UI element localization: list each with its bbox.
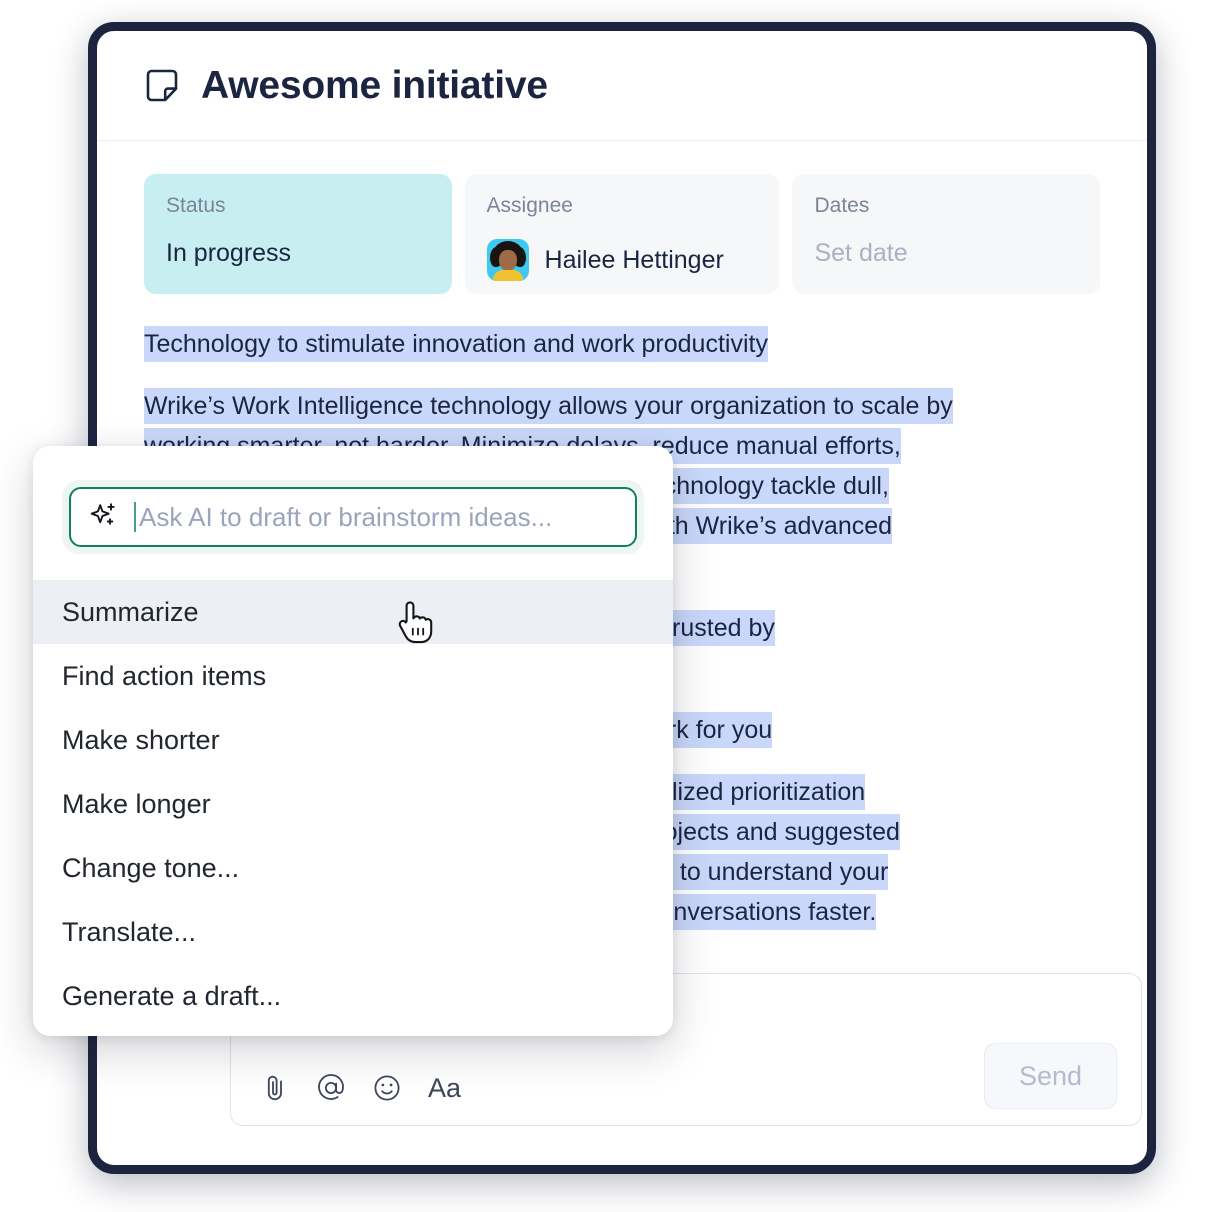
ai-menu-item-summarize[interactable]: Summarize [33,580,673,644]
page-title: Awesome initiative [201,63,548,107]
doc-spacer [144,364,1147,386]
attach-icon[interactable] [260,1073,290,1103]
ai-menu-item-make-shorter[interactable]: Make shorter [33,708,673,772]
dates-card[interactable]: Dates Set date [792,174,1101,294]
ai-menu-item-label: Translate... [62,916,197,947]
doc-text: Technology to stimulate innovation and w… [144,326,768,362]
ai-input-placeholder: Ask AI to draft or brainstorm ideas... [139,501,553,532]
doc-line: Wrike’s Work Intelligence technology all… [144,386,1147,426]
avatar [486,239,529,281]
ai-menu-item-make-longer[interactable]: Make longer [33,772,673,836]
ai-menu-item-find-action-items[interactable]: Find action items [33,644,673,708]
assignee-name: Hailee Hettinger [544,245,724,274]
ai-prompt-input[interactable]: Ask AI to draft or brainstorm ideas... [69,487,637,547]
text-caret [134,502,136,532]
ai-assistant-popover: Ask AI to draft or brainstorm ideas... S… [33,446,673,1036]
assignee-card[interactable]: Assignee Hailee Hettinger [464,174,780,294]
property-cards-row: Status In progress Assignee Hailee Hetti… [97,141,1147,294]
status-value: In progress [166,239,292,267]
ai-menu-item-label: Summarize [62,596,199,627]
composer-toolbar: Aa [260,1073,461,1103]
text-format-icon[interactable]: Aa [428,1073,461,1103]
ai-menu-item-label: Make shorter [62,724,220,755]
ai-actions-menu: Summarize Find action items Make shorter… [33,580,673,1028]
assignee-label: Assignee [486,194,573,217]
ai-menu-item-label: Find action items [62,660,267,691]
ai-menu-item-change-tone[interactable]: Change tone... [33,836,673,900]
ai-menu-item-label: Generate a draft... [62,980,282,1011]
send-button[interactable]: Send [984,1043,1117,1109]
ai-menu-item-label: Change tone... [62,852,240,883]
window-header: Awesome initiative [97,31,1147,141]
doc-line: Technology to stimulate innovation and w… [144,324,1147,364]
ai-menu-item-translate[interactable]: Translate... [33,900,673,964]
status-card[interactable]: Status In progress [144,174,452,294]
note-icon [146,69,178,101]
sparkle-icon [90,503,115,525]
assignee-value-row: Hailee Hettinger [486,239,758,281]
mention-icon[interactable] [316,1073,346,1103]
ai-menu-item-generate-a-draft[interactable]: Generate a draft... [33,964,673,1028]
screenshot-root: Awesome initiative Status In progress As… [0,0,1212,1212]
dates-label: Dates [814,194,870,217]
ai-input-focus-ring: Ask AI to draft or brainstorm ideas... [62,480,644,554]
emoji-icon[interactable] [372,1073,402,1103]
doc-text: Wrike’s Work Intelligence technology all… [144,388,953,424]
dates-value: Set date [814,239,908,267]
status-label: Status [166,194,226,217]
ai-menu-item-label: Make longer [62,788,211,819]
